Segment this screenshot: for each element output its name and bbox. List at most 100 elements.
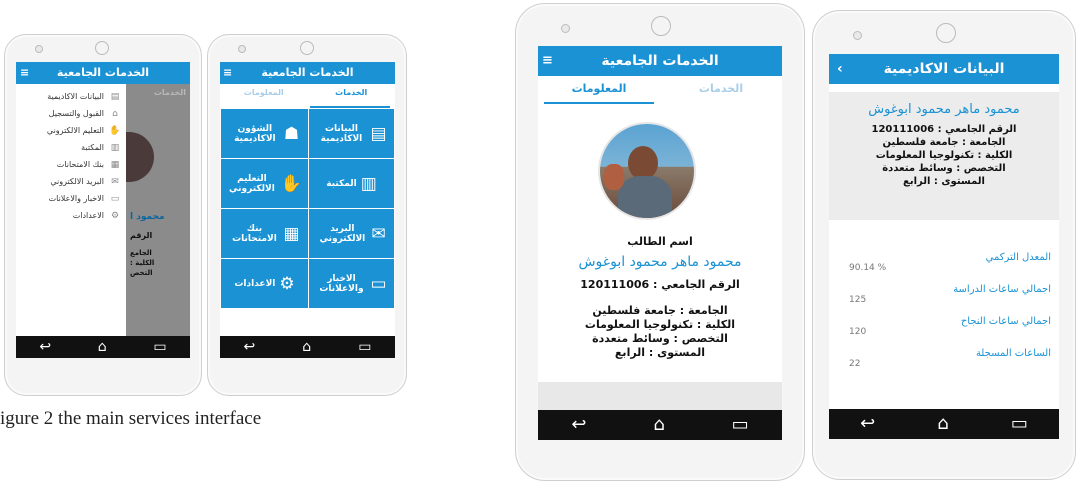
hamburger-icon[interactable]: ≡ xyxy=(20,62,29,84)
id-card-icon: ▤ xyxy=(110,91,120,102)
tile-elearning[interactable]: ✋ التعليم الالكتروني xyxy=(221,159,308,208)
header-bar: الخدمات الجامعية ≡ xyxy=(16,62,190,84)
building-icon: ⌂ xyxy=(112,108,118,119)
stat-value: 125 xyxy=(849,295,867,305)
tab-info[interactable]: المعلومات xyxy=(220,88,308,106)
phone-services-grid: الخدمات الجامعية ≡ المعلومات الخدمات ▤ ال… xyxy=(207,34,407,396)
drawer-item-exam-bank[interactable]: ▦ بنك الامتحانات xyxy=(16,156,126,173)
student-university: الجامعة : جامعة فلسطين xyxy=(882,137,1006,148)
behind-tab: الخدمات xyxy=(153,88,186,97)
screen: البيانات الاكاديمية ‹ محمود ماهر محمود ا… xyxy=(829,54,1059,439)
stat-passed-hours: اجمالي ساعات النجاح 120 xyxy=(849,316,1051,348)
student-id: الرقم الجامعي : 120111006 xyxy=(871,124,1017,135)
speaker-dot xyxy=(853,31,862,40)
recent-apps-icon[interactable]: ▭ xyxy=(1011,415,1028,433)
student-name: محمود ماهر محمود ابوغوش xyxy=(868,102,1020,117)
dimmed-background: الخدمات محمود ا الرقم الجامع الكلية : ال… xyxy=(124,84,190,336)
document-icon: ▦ xyxy=(110,159,120,170)
id-card-icon: ▤ xyxy=(370,123,387,144)
tile-academic-data[interactable]: ▤ البيانات الاكاديمية xyxy=(309,109,394,158)
handshake-icon: ✋ xyxy=(109,125,121,136)
tile-email[interactable]: ✉ البريد الالكتروني xyxy=(309,209,394,258)
tile-settings[interactable]: ⚙ الاعدادات xyxy=(221,259,308,308)
drawer-item-admission[interactable]: ⌂ القبول والتسجيل xyxy=(16,105,126,122)
behind-name: محمود ا xyxy=(130,212,165,222)
home-icon[interactable]: ⌂ xyxy=(937,415,948,433)
tab-services[interactable]: الخدمات xyxy=(660,82,782,102)
back-icon[interactable]: ↩ xyxy=(244,340,256,354)
drawer-item-elearning[interactable]: ✋ التعليم الالكتروني xyxy=(16,122,126,139)
camera-ring xyxy=(300,41,314,55)
figure-caption: igure 2 the main services interface xyxy=(0,408,262,429)
header-bar: الخدمات الجامعية ≡ xyxy=(220,62,395,84)
handshake-icon: ✋ xyxy=(280,173,303,194)
tab-bar: المعلومات الخدمات xyxy=(538,82,782,102)
screen: الخدمات الجامعية ≡ المعلومات الخدمات اسم… xyxy=(538,46,782,440)
tile-academic-affairs[interactable]: ☗ الشؤون الاكاديمية xyxy=(221,109,308,158)
stat-label: الساعات المسجلة xyxy=(975,348,1051,359)
nav-drawer: ▤ البيانات الاكاديمية ⌂ القبول والتسجيل ✋ ا… xyxy=(16,84,126,336)
hamburger-icon[interactable]: ≡ xyxy=(542,46,553,76)
student-level: المستوى : الرابع xyxy=(614,346,706,359)
header-bar: البيانات الاكاديمية ‹ xyxy=(829,54,1059,84)
stat-study-hours: اجمالي ساعات الدراسة 125 xyxy=(849,284,1051,316)
drawer-item-news[interactable]: ▭ الاخبار والاعلانات xyxy=(16,190,126,207)
footer-gray-band xyxy=(538,382,782,410)
system-nav-bar: ↩ ⌂ ▭ xyxy=(16,336,190,358)
student-summary-panel: محمود ماهر محمود ابوغوش الرقم الجامعي : … xyxy=(829,92,1059,220)
student-major: التخصص : وسائط متعددة xyxy=(882,163,1006,174)
tile-library[interactable]: ▥ المكتبة xyxy=(309,159,394,208)
student-university: الجامعة : جامعة فلسطين xyxy=(592,304,728,317)
tab-bar: المعلومات الخدمات xyxy=(220,88,395,106)
drawer-item-library[interactable]: ▥ المكتبة xyxy=(16,139,126,156)
screen: الخدمات الجامعية ≡ الخدمات محمود ا الرقم… xyxy=(16,62,190,358)
student-label: اسم الطالب xyxy=(627,235,693,248)
phone-academic-data: البيانات الاكاديمية ‹ محمود ماهر محمود ا… xyxy=(812,10,1076,480)
header-title: الخدمات الجامعية xyxy=(261,66,354,79)
camera-ring xyxy=(651,16,671,36)
speaker-dot xyxy=(35,45,43,53)
academic-stats: المعدل التركمي % 90.14 اجمالي ساعات الدر… xyxy=(849,252,1051,380)
recent-apps-icon[interactable]: ▭ xyxy=(153,340,166,354)
system-nav-bar: ↩ ⌂ ▭ xyxy=(829,409,1059,439)
hamburger-icon[interactable]: ≡ xyxy=(223,62,232,84)
chevron-left-icon[interactable]: ‹ xyxy=(837,54,843,84)
stat-gpa: المعدل التركمي % 90.14 xyxy=(849,252,1051,284)
stat-value: 120 xyxy=(849,327,867,337)
recent-apps-icon[interactable]: ▭ xyxy=(358,340,371,354)
drawer-item-academic-data[interactable]: ▤ البيانات الاكاديمية xyxy=(16,88,126,105)
student-major: التخصص : وسائط متعددة xyxy=(592,332,728,345)
drawer-item-email[interactable]: ✉ البريد الالكتروني xyxy=(16,173,126,190)
books-icon: ▥ xyxy=(110,142,120,153)
monitor-icon: ▭ xyxy=(110,193,120,204)
people-icon: ☗ xyxy=(283,123,300,144)
recent-apps-icon[interactable]: ▭ xyxy=(732,416,749,434)
home-icon[interactable]: ⌂ xyxy=(653,416,664,434)
back-icon[interactable]: ↩ xyxy=(39,340,51,354)
tab-info[interactable]: المعلومات xyxy=(538,82,660,102)
back-icon[interactable]: ↩ xyxy=(860,415,875,433)
document-icon: ▦ xyxy=(283,223,300,244)
header-title: البيانات الاكاديمية xyxy=(883,61,1005,77)
phone-info-tab: الخدمات الجامعية ≡ المعلومات الخدمات اسم… xyxy=(515,3,805,481)
back-icon[interactable]: ↩ xyxy=(571,416,586,434)
home-icon[interactable]: ⌂ xyxy=(302,340,311,354)
tile-news[interactable]: ▭ الاخبار والاعلانات xyxy=(309,259,394,308)
tab-services[interactable]: الخدمات xyxy=(308,88,396,106)
student-faculty: الكلية : تكنولوجيا المعلومات xyxy=(584,318,736,331)
tab-indicator xyxy=(544,102,654,104)
system-nav-bar: ↩ ⌂ ▭ xyxy=(538,410,782,440)
books-icon: ▥ xyxy=(360,173,377,194)
behind-line: الرقم xyxy=(130,231,153,240)
behind-line: التخص xyxy=(130,269,153,277)
tile-exam-bank[interactable]: ▦ بنك الامتحانات xyxy=(221,209,308,258)
student-name: محمود ماهر محمود ابوغوش xyxy=(578,254,742,270)
behind-avatar xyxy=(124,132,154,182)
behind-line: الجامع xyxy=(130,249,152,257)
stat-registered-hours: الساعات المسجلة 22 xyxy=(849,348,1051,380)
tab-indicator xyxy=(310,106,390,108)
drawer-item-settings[interactable]: ⚙ الاعدادات xyxy=(16,207,126,224)
student-id: الرقم الجامعي : 120111006 xyxy=(580,278,740,291)
home-icon[interactable]: ⌂ xyxy=(98,340,107,354)
student-faculty: الكلية : تكنولوجيا المعلومات xyxy=(875,150,1013,161)
